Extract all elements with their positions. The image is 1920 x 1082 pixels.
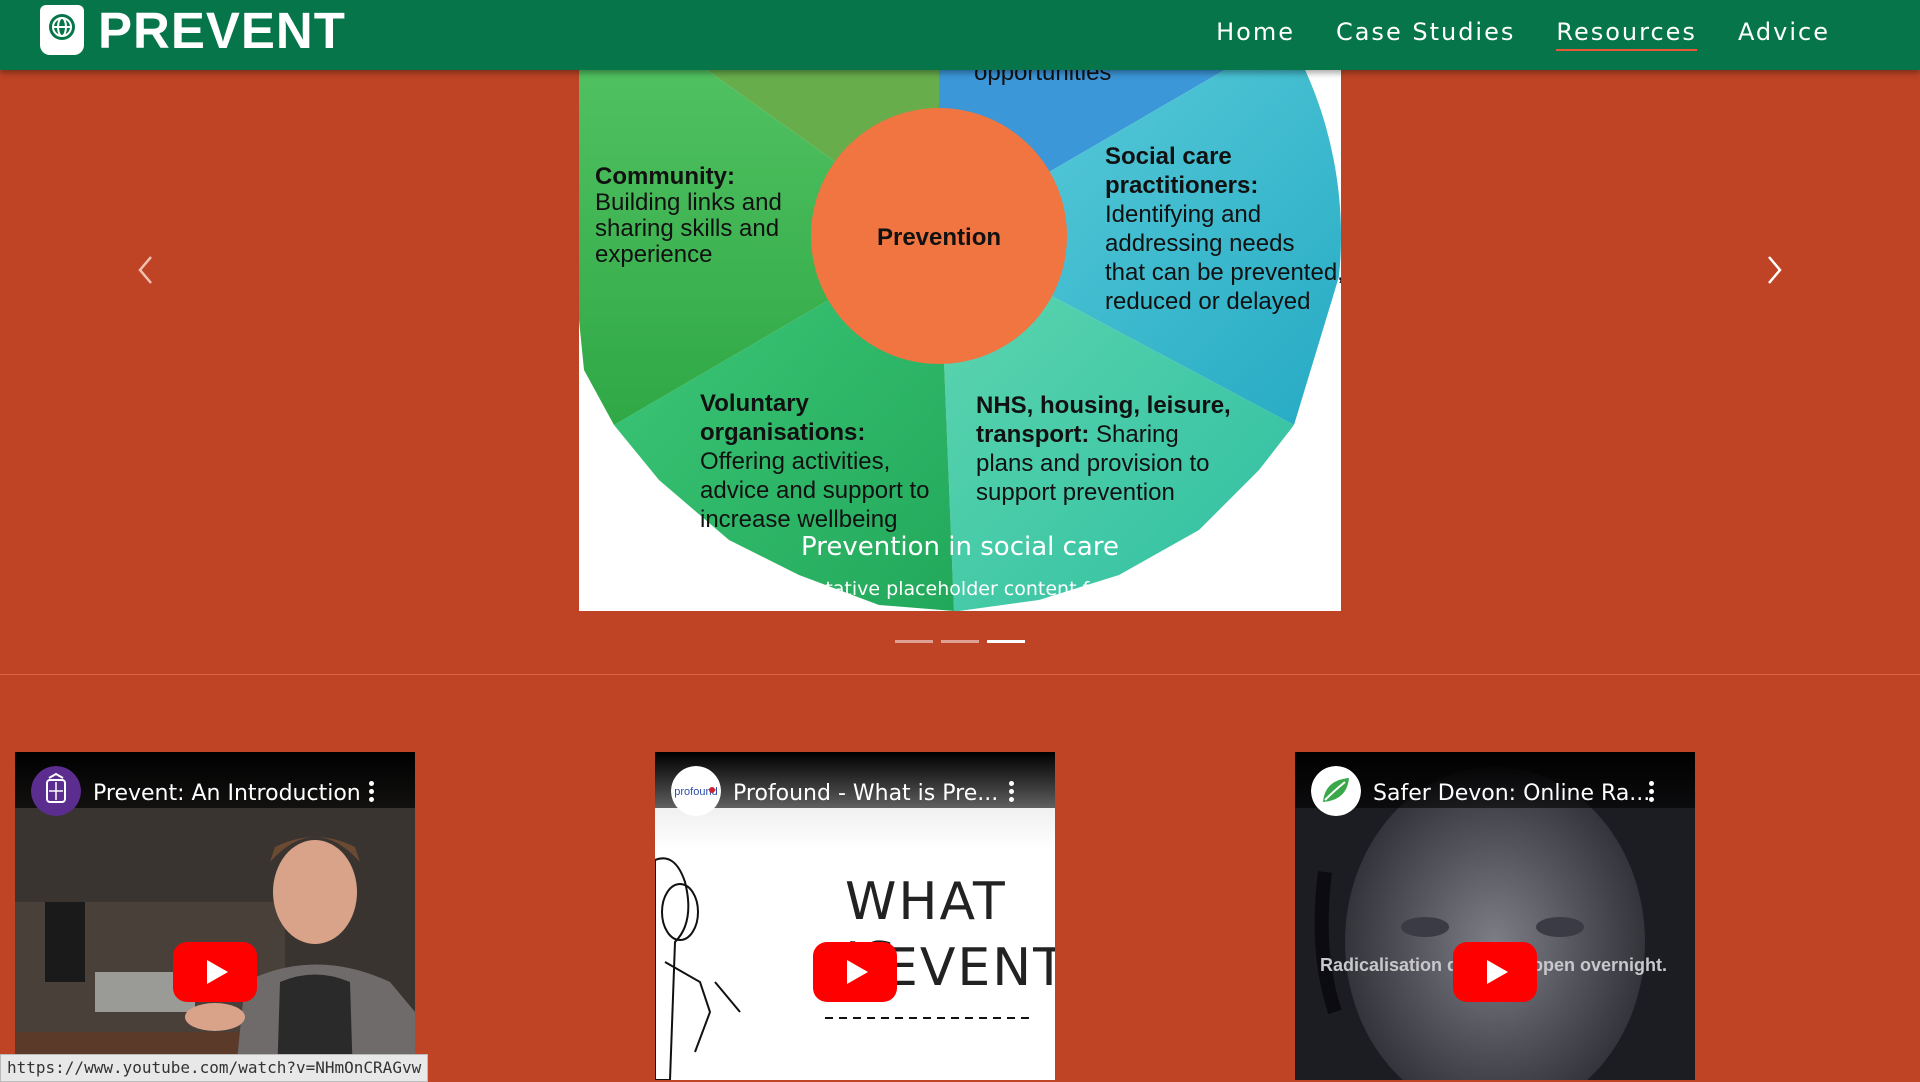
social-line: addressing needs — [1105, 230, 1294, 257]
social-line: Identifying and — [1105, 201, 1261, 228]
top-navbar: PREVENT Home Case Studies Resources Advi… — [0, 0, 1920, 70]
community-line: sharing skills and — [595, 215, 779, 242]
carousel-next-button[interactable] — [1756, 245, 1796, 295]
video-header: profound Profound - What is Pre... — [655, 752, 1055, 816]
community-line: Building links and — [595, 189, 782, 216]
chevron-right-icon — [1768, 256, 1782, 284]
youtube-play-icon[interactable] — [813, 942, 897, 1002]
status-bar-url: https://www.youtube.com/watch?v=NHmOnCRA… — [0, 1054, 429, 1082]
social-line: reduced or delayed — [1105, 288, 1310, 315]
nav-case-studies[interactable]: Case Studies — [1336, 18, 1515, 51]
carousel-indicator-2[interactable] — [941, 640, 979, 643]
nhs-line: plans and provision to — [976, 450, 1209, 477]
social-heading: practitioners: — [1105, 172, 1258, 199]
more-vert-icon[interactable] — [1649, 781, 1655, 803]
brand-name: PREVENT — [98, 1, 346, 59]
carousel-indicator-3[interactable] — [987, 640, 1025, 643]
youtube-play-icon[interactable] — [1453, 942, 1537, 1002]
top-fragment: opportunities — [974, 70, 1111, 86]
globe-book-icon — [40, 5, 84, 55]
chevron-left-icon — [138, 256, 152, 284]
thumbnail-overlay-text: Radicalisation d — [1320, 955, 1459, 975]
nav-home[interactable]: Home — [1216, 18, 1295, 51]
nav-resources[interactable]: Resources — [1556, 18, 1697, 51]
section-divider — [0, 674, 1920, 675]
voluntary-line: increase wellbeing — [700, 506, 897, 533]
video-embed-3[interactable]: Radicalisation d ppen overnight. Safer D… — [1295, 752, 1695, 1080]
brand-link[interactable]: PREVENT — [40, 0, 346, 60]
carousel-prev-button[interactable] — [124, 245, 164, 295]
video-title[interactable]: Profound - What is Pre... — [733, 781, 1008, 806]
video-embed-2[interactable]: WHAT IS EVENT? profound Profound - What … — [655, 752, 1055, 1080]
profound-logo-icon: profound — [671, 766, 721, 816]
video-title[interactable]: Prevent: An Introduction — [93, 781, 368, 806]
video-title[interactable]: Safer Devon: Online Ra... — [1373, 781, 1648, 806]
nhs-heading: transport: — [976, 421, 1089, 448]
more-vert-icon[interactable] — [369, 781, 375, 803]
nav-advice[interactable]: Advice — [1738, 18, 1830, 51]
thumbnail-text: EVENT? — [885, 938, 1055, 998]
video-embed-1[interactable]: Prevent: An Introduction — [15, 752, 415, 1080]
center-label: Prevention — [877, 224, 1001, 251]
video-header: Safer Devon: Online Ra... — [1295, 752, 1695, 816]
carousel-caption-text: presentative placeholder content for the… — [760, 578, 1160, 600]
carousel-caption-title: Prevention in social care — [801, 532, 1119, 562]
thumbnail-overlay-text: ppen overnight. — [1532, 955, 1667, 975]
social-heading: Social care — [1105, 143, 1232, 170]
nav-menu: Home Case Studies Resources Advice — [1216, 18, 1830, 51]
carousel-indicators — [0, 640, 1920, 643]
home-office-crest-icon — [31, 766, 81, 816]
video-header: Prevent: An Introduction — [15, 752, 415, 816]
youtube-play-icon[interactable] — [173, 942, 257, 1002]
community-line: experience — [595, 241, 712, 268]
nhs-inline: Sharing — [1089, 421, 1178, 448]
voluntary-line: advice and support to — [700, 477, 930, 504]
carousel-slide-image: Prevention opportunities Community: Buil… — [579, 70, 1341, 611]
nhs-heading: NHS, housing, leisure, — [976, 392, 1231, 419]
voluntary-heading: Voluntary — [700, 390, 810, 417]
voluntary-line: Offering activities, — [700, 448, 890, 475]
community-heading: Community: — [595, 163, 735, 190]
social-line: that can be prevented, — [1105, 259, 1341, 286]
voluntary-heading: organisations: — [700, 419, 865, 446]
carousel-indicator-1[interactable] — [895, 640, 933, 643]
nhs-line: support prevention — [976, 479, 1175, 506]
leaf-logo-icon — [1311, 766, 1361, 816]
more-vert-icon[interactable] — [1009, 781, 1015, 803]
nhs-heading-line: transport: Sharing — [976, 421, 1179, 448]
